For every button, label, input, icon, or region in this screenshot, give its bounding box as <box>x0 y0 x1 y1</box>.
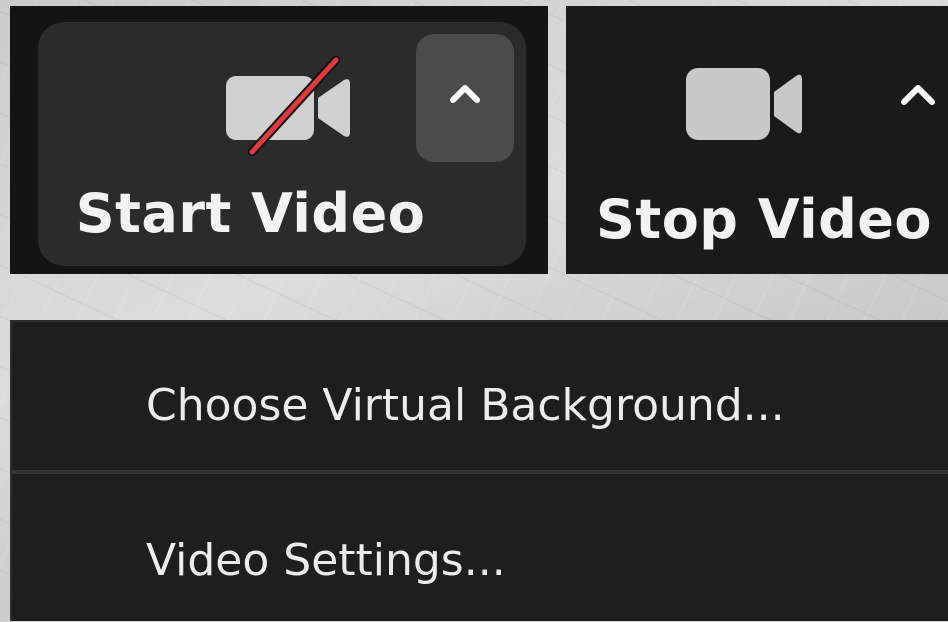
menu-item-choose-virtual-background[interactable]: Choose Virtual Background... <box>12 332 948 478</box>
video-options-menu: Choose Virtual Background... Video Setti… <box>10 320 948 621</box>
start-video-panel: Start Video <box>10 6 548 274</box>
start-video-options-button[interactable] <box>416 34 514 162</box>
start-video-label: Start Video <box>75 182 426 245</box>
camera-off-icon <box>226 56 350 156</box>
menu-item-video-settings[interactable]: Video Settings... <box>12 498 948 622</box>
stop-video-label: Stop Video <box>596 188 932 251</box>
start-video-button[interactable]: Start Video <box>38 22 526 266</box>
camera-icon <box>686 68 802 140</box>
menu-divider <box>12 470 948 474</box>
chevron-up-icon <box>450 85 480 103</box>
menu-item-label: Choose Virtual Background... <box>146 379 785 431</box>
menu-item-label: Video Settings... <box>146 534 506 586</box>
chevron-up-icon[interactable] <box>898 82 938 108</box>
stop-video-panel[interactable]: Stop Video <box>566 6 948 274</box>
